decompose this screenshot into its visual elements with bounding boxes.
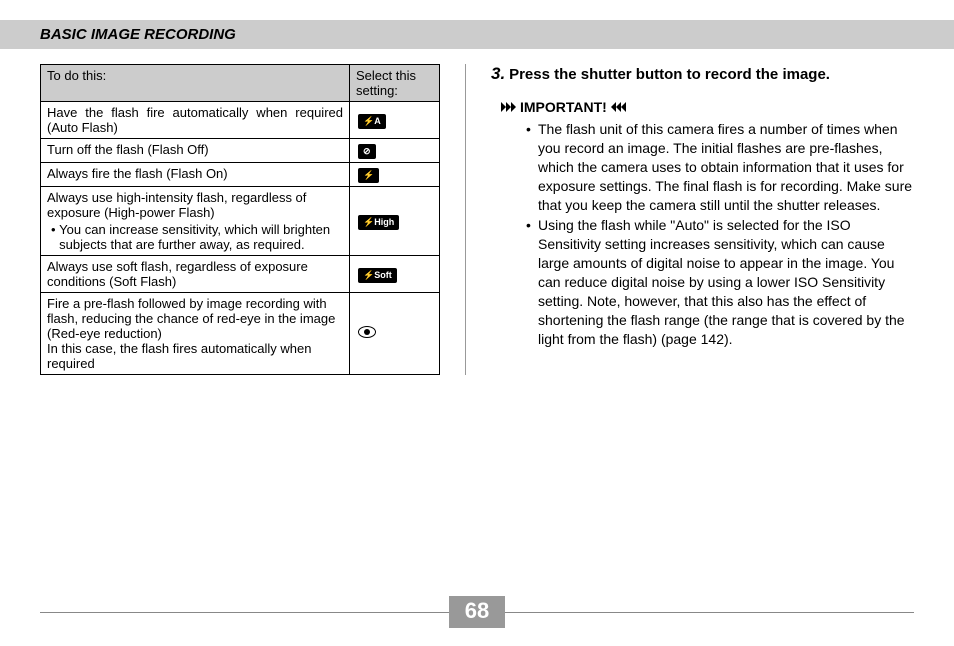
important-heading: IMPORTANT! xyxy=(491,99,914,115)
bullet-item: • The flash unit of this camera fires a … xyxy=(526,120,914,214)
table-header-todo: To do this: xyxy=(41,65,350,102)
red-eye-icon xyxy=(358,326,376,338)
row-sub-bullet: • You can increase sensitivity, which wi… xyxy=(47,222,343,252)
row-icon-cell: ⚡A xyxy=(350,102,440,139)
content-area: To do this: Select this setting: Have th… xyxy=(0,64,954,375)
bullet-dot: • xyxy=(526,120,538,214)
page-footer: 68 xyxy=(40,596,914,628)
flash-off-icon: ⊘ xyxy=(358,144,376,159)
row-desc-text: Fire a pre-flash followed by image recor… xyxy=(47,296,335,341)
row-icon-cell xyxy=(350,293,440,375)
table-row: Always use soft flash, regardless of exp… xyxy=(41,256,440,293)
table-row: Always fire the flash (Flash On) ⚡ xyxy=(41,163,440,187)
bullet-text: Using the flash while "Auto" is selected… xyxy=(538,216,914,348)
right-column: 3. Press the shutter button to record th… xyxy=(465,64,914,375)
row-desc: Always use high-intensity flash, regardl… xyxy=(41,187,350,256)
table-header-setting: Select this setting: xyxy=(350,65,440,102)
left-column: To do this: Select this setting: Have th… xyxy=(40,64,440,375)
section-header: BASIC IMAGE RECORDING xyxy=(40,26,236,43)
row-icon-cell: ⚡Soft xyxy=(350,256,440,293)
row-desc: Turn off the flash (Flash Off) xyxy=(41,139,350,163)
flash-soft-icon: ⚡Soft xyxy=(358,268,397,283)
table-row: Always use high-intensity flash, regardl… xyxy=(41,187,440,256)
row-icon-cell: ⊘ xyxy=(350,139,440,163)
table-row: Turn off the flash (Flash Off) ⊘ xyxy=(41,139,440,163)
footer-rule-right xyxy=(505,612,914,613)
footer-rule-left xyxy=(40,612,449,613)
important-text: IMPORTANT! xyxy=(520,99,607,115)
table-row: Have the flash fire automatically when r… xyxy=(41,102,440,139)
table-row: Fire a pre-flash followed by image recor… xyxy=(41,293,440,375)
flash-on-icon: ⚡ xyxy=(358,168,379,183)
row-desc: Have the flash fire automatically when r… xyxy=(41,102,350,139)
page-number: 68 xyxy=(449,596,505,628)
row-desc-text2: In this case, the flash fires automatica… xyxy=(47,341,311,371)
bullet-text: The flash unit of this camera fires a nu… xyxy=(538,120,914,214)
row-icon-cell: ⚡ xyxy=(350,163,440,187)
section-header-bar: BASIC IMAGE RECORDING xyxy=(0,20,954,49)
important-left-icon xyxy=(501,102,516,112)
step-text: Press the shutter button to record the i… xyxy=(509,66,830,83)
row-sub-text: You can increase sensitivity, which will… xyxy=(59,222,343,252)
row-desc-text: Always use high-intensity flash, regardl… xyxy=(47,190,306,220)
row-desc: Always use soft flash, regardless of exp… xyxy=(41,256,350,293)
row-desc: Always fire the flash (Flash On) xyxy=(41,163,350,187)
flash-auto-icon: ⚡A xyxy=(358,114,386,129)
step-line: 3. Press the shutter button to record th… xyxy=(491,64,914,84)
bullet-list: • The flash unit of this camera fires a … xyxy=(491,120,914,349)
row-icon-cell: ⚡High xyxy=(350,187,440,256)
flash-settings-table: To do this: Select this setting: Have th… xyxy=(40,64,440,375)
bullet-item: • Using the flash while "Auto" is select… xyxy=(526,216,914,348)
bullet-dot: • xyxy=(526,216,538,348)
flash-high-icon: ⚡High xyxy=(358,215,399,230)
bullet-dot: • xyxy=(51,222,59,252)
row-desc: Fire a pre-flash followed by image recor… xyxy=(41,293,350,375)
step-number: 3. xyxy=(491,64,505,83)
important-right-icon xyxy=(611,102,626,112)
